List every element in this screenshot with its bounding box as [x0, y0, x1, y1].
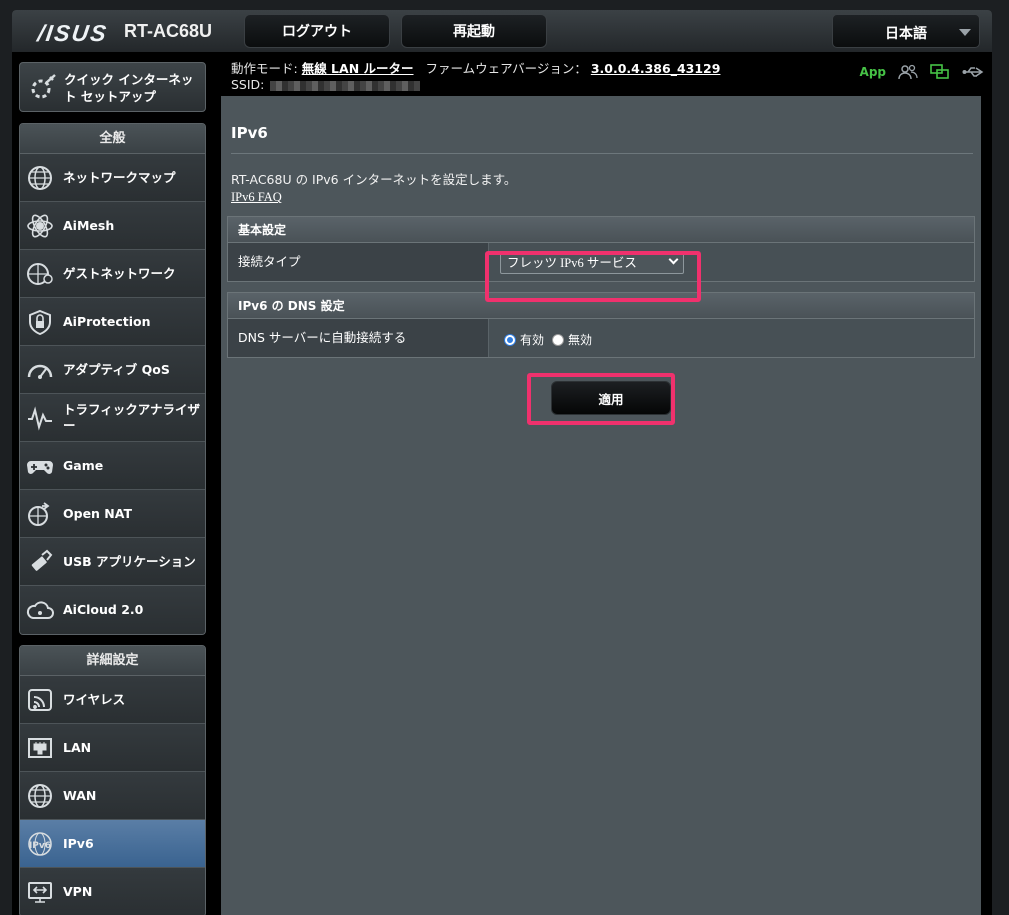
sidebar-item-general-open-nat[interactable]: Open NAT: [20, 490, 205, 538]
sidebar-item-label: USB アプリケーション: [63, 554, 196, 569]
dns-auto-enable-radio[interactable]: 有効: [504, 331, 544, 348]
highlight-connection-type: [485, 251, 701, 302]
svg-text:IPv6: IPv6: [29, 841, 51, 851]
usb-status-icon[interactable]: [962, 65, 984, 79]
main-content: IPv6 RT-AC68U の IPv6 インターネットを設定します。 IPv6…: [221, 96, 981, 915]
open-nat-icon: [28, 502, 50, 526]
sidebar-item-label: ネットワークマップ: [63, 170, 176, 185]
asus-logo: /ISUS: [35, 20, 110, 46]
reboot-button[interactable]: 再起動: [401, 14, 547, 48]
firmware-version-link[interactable]: 3.0.0.4.386_43129: [591, 61, 721, 76]
ipv6-faq-link[interactable]: IPv6 FAQ: [231, 190, 282, 205]
speedometer-icon: [27, 364, 53, 379]
advanced-menu: 詳細設定 ワイヤレス LAN WAN IPv6 IPv6 VPN: [19, 645, 206, 915]
usb-icon: [31, 549, 53, 571]
router-admin-frame: /ISUS RT-AC68U ログアウト 再起動 日本語 動作モード: 無線 L…: [12, 10, 992, 915]
radio-disable-label: 無効: [568, 333, 593, 347]
title-divider: [231, 153, 973, 154]
ssid-label: SSID:: [231, 77, 265, 92]
sidebar-item-general-aiprotection[interactable]: AiProtection: [20, 298, 205, 346]
firmware-label: ファームウェアバージョン：: [425, 61, 587, 76]
wizard-icon: [31, 74, 56, 99]
logout-button[interactable]: ログアウト: [244, 14, 390, 48]
sidebar-item-label: アダプティブ QoS: [63, 362, 170, 377]
general-title: 全般: [20, 124, 205, 154]
general-menu: 全般 ネットワークマップ AiMesh ゲストネットワーク AiProtection ア…: [19, 123, 206, 635]
highlight-apply: [527, 373, 675, 425]
sidebar-item-general-qos[interactable]: アダプティブ QoS: [20, 346, 205, 394]
sidebar-item-label: LAN: [63, 740, 92, 755]
language-label: 日本語: [885, 26, 927, 42]
operation-mode-link[interactable]: 無線 LAN ルーター: [302, 61, 414, 76]
sidebar-item-general-aicloud-2-0[interactable]: AiCloud 2.0: [20, 586, 205, 634]
sidebar-item-general-game[interactable]: Game: [20, 442, 205, 490]
radio-unchecked: [552, 333, 564, 346]
sidebar-item-general-aimesh[interactable]: AiMesh: [20, 202, 205, 250]
network-connection-icon[interactable]: [930, 64, 950, 80]
sidebar-item-general-usb[interactable]: USB アプリケーション: [20, 538, 205, 586]
sidebar-item-advanced-wan[interactable]: WAN: [20, 772, 205, 820]
model-name: RT-AC68U: [124, 21, 213, 41]
sidebar-item-label: ワイヤレス: [63, 692, 126, 707]
basic-settings-header: 基本設定: [228, 217, 974, 243]
quick-setup-label: クイック インターネット セットアップ: [64, 72, 194, 104]
gamepad-icon: [27, 461, 53, 474]
mesh-icon: [27, 214, 53, 238]
sidebar-item-general-2[interactable]: ゲストネットワーク: [20, 250, 205, 298]
sidebar-item-label: Game: [63, 458, 104, 473]
sidebar-item-advanced-ipv6[interactable]: IPv6 IPv6: [20, 820, 205, 868]
sidebar-item-label: VPN: [63, 884, 93, 899]
lock-shield-icon: [29, 309, 51, 335]
guest-network-icon: [27, 263, 53, 285]
sidebar-item-label: WAN: [63, 788, 97, 803]
sidebar-item-advanced-vpn[interactable]: VPN: [20, 868, 205, 915]
app-status[interactable]: App: [860, 65, 886, 79]
cloud-icon: [26, 601, 54, 619]
sidebar-item-advanced-0[interactable]: ワイヤレス: [20, 676, 205, 724]
sidebar-item-label: AiProtection: [63, 314, 151, 329]
ssid-redacted: [270, 80, 421, 91]
sidebar-item-advanced-lan[interactable]: LAN: [20, 724, 205, 772]
globe-icon: [28, 166, 52, 190]
language-select[interactable]: 日本語: [832, 14, 980, 48]
ipv6-globe-icon: IPv6: [28, 832, 52, 856]
connection-type-label: 接続タイプ: [228, 243, 489, 281]
radio-checked: [504, 333, 516, 346]
sidebar-item-general-0[interactable]: ネットワークマップ: [20, 154, 205, 202]
sidebar-item-label: Open NAT: [63, 506, 132, 521]
vpn-icon: [28, 882, 52, 903]
operation-mode-label: 動作モード:: [231, 61, 298, 76]
sidebar-item-label: トラフィックアナライザー: [63, 402, 201, 433]
dns-auto-label: DNS サーバーに自動接続する: [228, 319, 489, 357]
wan-globe-icon: [28, 784, 52, 808]
sidebar-item-label: AiMesh: [63, 218, 115, 233]
chevron-down-icon: [959, 29, 971, 36]
radio-enable-label: 有効: [520, 333, 545, 347]
sidebar-item-label: ゲストネットワーク: [63, 266, 176, 281]
status-icons: App: [860, 64, 984, 80]
clients-icon[interactable]: [898, 64, 918, 80]
wireless-icon: [28, 689, 52, 711]
sidebar-item-label: AiCloud 2.0: [63, 602, 144, 617]
dns-auto-disable-radio[interactable]: 無効: [552, 331, 592, 348]
advanced-title: 詳細設定: [20, 646, 205, 676]
quick-internet-setup-button[interactable]: クイック インターネット セットアップ: [19, 62, 206, 112]
status-info-bar: 動作モード: 無線 LAN ルーター ファームウェアバージョン： 3.0.0.4…: [218, 52, 992, 96]
sidebar-item-general-5[interactable]: トラフィックアナライザー: [20, 394, 205, 442]
top-header: /ISUS RT-AC68U ログアウト 再起動 日本語: [12, 10, 992, 52]
lan-icon: [28, 738, 52, 758]
page-title: IPv6: [231, 124, 268, 142]
dns-auto-row: DNS サーバーに自動接続する 有効 無効: [228, 319, 974, 357]
traffic-wave-icon: [28, 406, 52, 431]
sidebar-item-label: IPv6: [63, 836, 94, 851]
page-description: RT-AC68U の IPv6 インターネットを設定します。: [231, 172, 517, 187]
